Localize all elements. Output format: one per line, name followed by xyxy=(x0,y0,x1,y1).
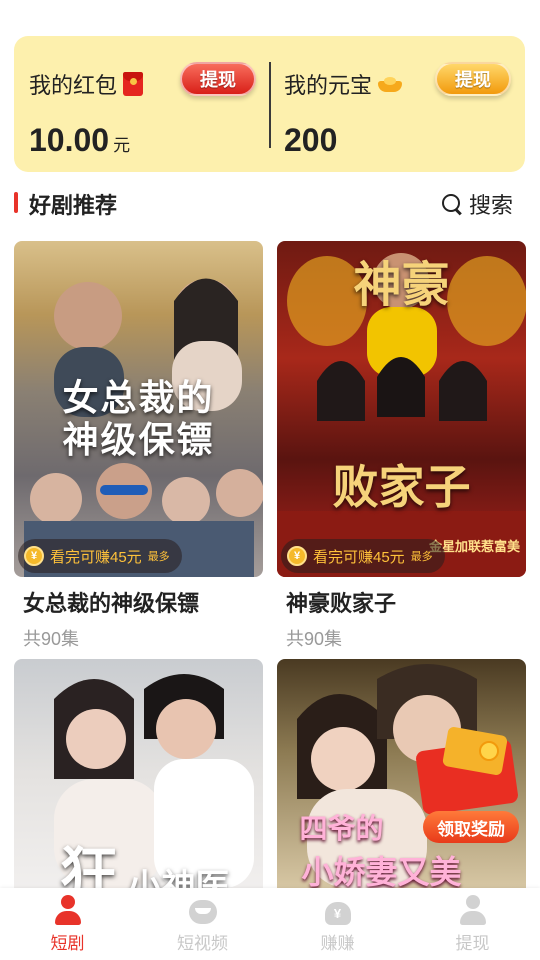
nav-label: 短剧 xyxy=(50,934,85,953)
drama-card[interactable]: 女总裁的 神级保镖 看完可赚45元 最多 女总裁的神级保镖 共90集 xyxy=(14,241,263,651)
drama-poster[interactable]: 女总裁的 神级保镖 看完可赚45元 最多 xyxy=(14,241,263,577)
drama-episodes: 共90集 xyxy=(23,629,80,649)
ingot-title: 我的元宝 xyxy=(284,68,403,100)
section-title: 好剧推荐 xyxy=(29,193,118,218)
nav-item-short-video[interactable]: 短视频 xyxy=(135,888,270,960)
red-packet-unit: 元 xyxy=(113,136,131,155)
drama-card[interactable]: 狂 小神医 xyxy=(14,659,263,888)
drama-title[interactable]: 女总裁的神级保镖 xyxy=(23,586,199,618)
search-label: 搜索 xyxy=(468,193,513,218)
drama-poster[interactable]: 四爷的 小娇妻又美 领取奖励 xyxy=(277,659,526,888)
red-packet-title: 我的红包 xyxy=(29,68,144,100)
claim-reward-button[interactable]: 领取奖励 xyxy=(423,811,519,843)
poster-title-line2: 小娇妻又美 xyxy=(301,854,462,888)
nav-item-withdraw[interactable]: 提现 xyxy=(405,888,540,960)
red-packet-withdraw-button[interactable]: 提现 xyxy=(180,62,256,96)
bottom-nav: 短剧 短视频 赚赚 提现 xyxy=(0,888,540,960)
earn-text: 看完可赚45元 xyxy=(50,548,142,566)
nav-item-earn[interactable]: 赚赚 xyxy=(270,888,405,960)
red-packet-section: 我的红包 提现 10.00 元 xyxy=(29,36,269,172)
earn-tag: 看完可赚45元 最多 xyxy=(281,539,445,573)
drama-episodes: 共90集 xyxy=(286,629,343,649)
money-bag-icon xyxy=(322,894,354,926)
drama-card[interactable]: 四爷的 小娇妻又美 领取奖励 xyxy=(277,659,526,888)
ingot-amount: 200 xyxy=(284,122,338,158)
drama-person-icon xyxy=(52,894,84,926)
earn-tag: 看完可赚45元 最多 xyxy=(18,539,182,573)
red-packet-amount: 10.00 元 xyxy=(29,122,130,159)
nav-item-drama[interactable]: 短剧 xyxy=(0,888,135,960)
search-icon xyxy=(441,193,463,215)
nav-label: 提现 xyxy=(455,934,490,953)
ingot-section: 我的元宝 提现 200 xyxy=(284,36,524,172)
earn-text: 看完可赚45元 xyxy=(313,548,405,566)
poster-title-line2: 败家子 xyxy=(332,461,471,513)
red-packet-icon xyxy=(123,72,144,96)
drama-poster[interactable]: 狂 小神医 xyxy=(14,659,263,888)
earn-suffix: 最多 xyxy=(147,551,170,563)
red-packet-amount-value: 10.00 xyxy=(29,122,110,158)
drama-poster[interactable]: 神豪 败家子 金星加联惹富美 看完可赚45元 最多 xyxy=(277,241,526,577)
poster-title-line1: 神豪 xyxy=(353,259,450,312)
poster-title-line2: 小神医 xyxy=(127,868,230,888)
drama-title[interactable]: 神豪败家子 xyxy=(286,586,396,618)
user-icon xyxy=(457,894,489,926)
gold-ingot-icon xyxy=(378,76,403,92)
recommend-header: 好剧推荐 搜索 xyxy=(14,186,525,220)
poster-title-line2: 神级保镖 xyxy=(62,419,215,460)
coin-icon xyxy=(24,546,44,566)
ingot-title-text: 我的元宝 xyxy=(284,73,373,98)
nav-label: 赚赚 xyxy=(320,934,355,953)
ingot-withdraw-button[interactable]: 提现 xyxy=(435,62,511,96)
section-accent-bar xyxy=(14,192,18,213)
nav-label: 短视频 xyxy=(177,934,228,953)
tv-icon xyxy=(187,894,219,926)
drama-card[interactable]: 神豪 败家子 金星加联惹富美 看完可赚45元 最多 神豪败家子 共90集 xyxy=(277,241,526,651)
wallet-divider xyxy=(269,62,271,148)
wallet-card: 我的红包 提现 10.00 元 我的元宝 提现 200 xyxy=(14,36,525,172)
earn-suffix: 最多 xyxy=(410,551,433,563)
red-packet-title-text: 我的红包 xyxy=(29,73,118,98)
search-button[interactable]: 搜索 xyxy=(441,188,513,220)
coin-icon xyxy=(287,546,307,566)
